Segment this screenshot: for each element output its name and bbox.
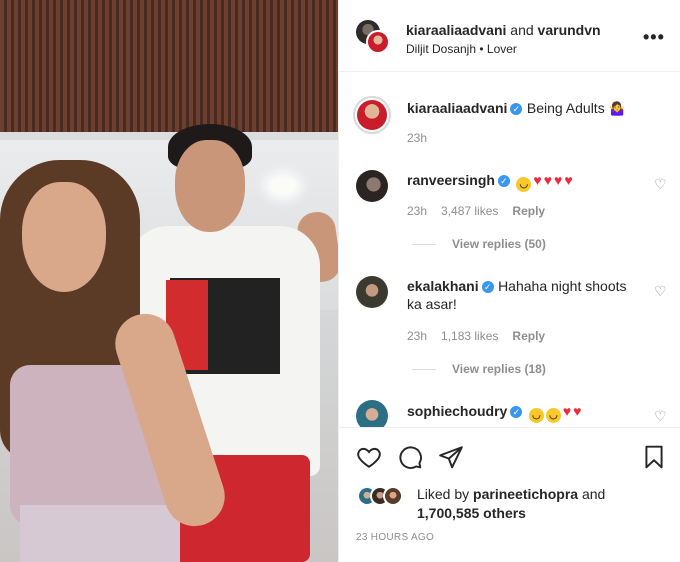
comment-time: 23h xyxy=(407,204,428,218)
liked-by: Liked by parineetichopra and 1,700,585 o… xyxy=(417,485,605,523)
avatar[interactable] xyxy=(353,96,391,134)
comment-username[interactable]: ranveersingh xyxy=(407,172,495,188)
person-face xyxy=(175,140,245,232)
save-bookmark-icon[interactable] xyxy=(641,444,667,470)
heart-emoji-icon: ♥ xyxy=(564,172,573,188)
laughing-emoji-icon: ◡ xyxy=(528,408,544,423)
comment-bubble-icon[interactable] xyxy=(397,444,423,470)
background-blinds xyxy=(0,0,338,132)
comment-text: Hahaha night shoots xyxy=(498,278,627,294)
like-comment-icon[interactable]: ♡ xyxy=(654,408,667,425)
verified-badge-icon: ✓ xyxy=(510,406,523,418)
verified-badge-icon: ✓ xyxy=(497,175,510,187)
view-replies-label[interactable]: View replies (50) xyxy=(452,237,546,251)
liked-by-user[interactable]: parineetichopra xyxy=(473,486,578,502)
avatar[interactable] xyxy=(356,400,388,427)
person-shorts-2 xyxy=(20,505,180,562)
heart-emoji-icon: ♥ xyxy=(543,172,553,188)
heart-emoji-icon: ♥ xyxy=(533,172,542,188)
laughing-emoji-icon: ◡ xyxy=(545,408,561,423)
comment: sophiechoudry ✓ ◡ ◡ ♥ ♥ xyxy=(407,403,581,423)
comment-username[interactable]: sophiechoudry xyxy=(407,403,507,419)
reply-button[interactable]: Reply xyxy=(512,204,545,218)
comment-meta: 23h 3,487 likes Reply xyxy=(407,204,559,218)
replies-divider xyxy=(412,369,436,371)
verified-badge-icon: ✓ xyxy=(481,281,494,293)
post-actions: Liked by parineetichopra and 1,700,585 o… xyxy=(339,427,680,557)
author-link[interactable]: varundvn xyxy=(538,22,601,38)
avatar xyxy=(383,486,403,506)
comment-meta: 23h 1,183 likes Reply xyxy=(407,329,559,343)
authors-conjunction: and xyxy=(510,22,534,38)
verified-badge-icon: ✓ xyxy=(510,103,523,115)
avatar[interactable] xyxy=(366,30,390,54)
share-direct-icon[interactable] xyxy=(438,444,464,470)
like-heart-icon[interactable] xyxy=(356,444,382,470)
reply-button[interactable]: Reply xyxy=(512,329,545,343)
comment-likes[interactable]: 3,487 likes xyxy=(441,204,498,218)
comment: ranveersingh ✓ ◡ ♥ ♥ ♥ ♥ xyxy=(407,172,573,192)
post-header: kiaraaliaadvani and varundvn Diljit Dosa… xyxy=(339,0,680,72)
comment-text-continued: ka asar! xyxy=(407,296,457,312)
view-replies-button[interactable]: View replies (18) xyxy=(412,362,546,376)
like-comment-icon[interactable]: ♡ xyxy=(654,283,667,300)
caption-username[interactable]: kiaraaliaadvani xyxy=(407,100,507,116)
comment-likes[interactable]: 1,183 likes xyxy=(441,329,498,343)
avatar[interactable] xyxy=(356,170,388,202)
author-link[interactable]: kiaraaliaadvani xyxy=(406,22,506,38)
post-panel: kiaraaliaadvani and varundvn Diljit Dosa… xyxy=(338,0,680,562)
post-video[interactable] xyxy=(0,0,338,562)
audio-link[interactable]: Diljit Dosanjh • Lover xyxy=(406,42,517,56)
liked-by-others[interactable]: 1,700,585 others xyxy=(417,505,526,521)
ceiling-light xyxy=(270,178,296,194)
more-options-icon[interactable]: ••• xyxy=(643,28,665,46)
liked-by-prefix: Liked by xyxy=(417,486,470,502)
caption: kiaraaliaadvani ✓ Being Adults 🤷‍♀️ xyxy=(407,100,625,118)
liked-by-avatars[interactable] xyxy=(357,486,413,508)
like-comment-icon[interactable]: ♡ xyxy=(654,176,667,193)
heart-emoji-icon: ♥ xyxy=(573,403,582,419)
comment-time: 23h xyxy=(407,329,428,343)
laughing-emoji-icon: ◡ xyxy=(516,177,532,192)
liked-by-and: and xyxy=(581,486,606,502)
replies-divider xyxy=(412,244,436,246)
post-authors: kiaraaliaadvani and varundvn xyxy=(406,22,601,38)
post-timestamp[interactable]: 23 HOURS AGO xyxy=(356,532,434,543)
heart-emoji-icon: ♥ xyxy=(562,403,572,419)
avatar[interactable] xyxy=(356,276,388,308)
heart-emoji-icon: ♥ xyxy=(554,172,563,188)
person-face-2 xyxy=(22,182,106,292)
view-replies-button[interactable]: View replies (50) xyxy=(412,237,546,251)
view-replies-label[interactable]: View replies (18) xyxy=(452,362,546,376)
caption-time: 23h xyxy=(407,131,428,145)
comments-list[interactable]: kiaraaliaadvani ✓ Being Adults 🤷‍♀️ 23h r… xyxy=(339,72,680,427)
caption-text: Being Adults xyxy=(526,100,605,116)
comment-username[interactable]: ekalakhani xyxy=(407,278,479,294)
comment: ekalakhani ✓ Hahaha night shoots xyxy=(407,278,627,296)
shrug-emoji-icon: 🤷‍♀️ xyxy=(609,101,626,116)
